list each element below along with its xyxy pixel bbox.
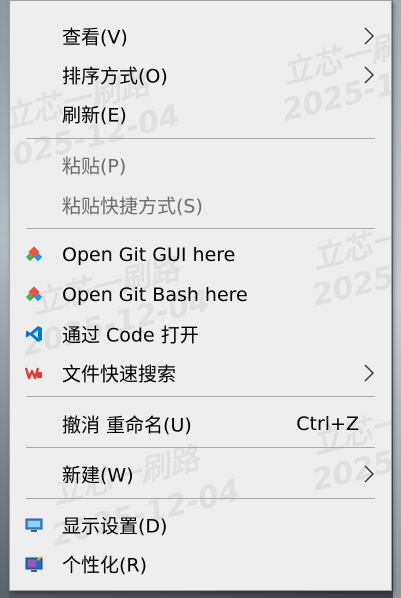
chevron-right-icon bbox=[364, 465, 374, 483]
menu-item-label: 排序方式(O) bbox=[62, 65, 168, 88]
menu-item-personalize[interactable]: 个性化(R) bbox=[10, 546, 391, 582]
menu-separator bbox=[26, 228, 375, 229]
vscode-icon bbox=[26, 326, 42, 342]
menu-item-paste: 粘贴(P) bbox=[10, 147, 391, 183]
menu-item-label: 查看(V) bbox=[62, 26, 128, 49]
chevron-right-icon bbox=[364, 364, 374, 382]
menu-item-label: Open Git Bash here bbox=[62, 284, 248, 306]
menu-item-display-settings[interactable]: 显示设置(D) bbox=[10, 507, 391, 543]
git-icon bbox=[25, 286, 43, 302]
menu-separator bbox=[26, 447, 375, 448]
menu-item-quick-file-search[interactable]: 文件快速搜索 bbox=[10, 355, 391, 391]
menu-separator bbox=[26, 498, 375, 499]
menu-item-git-gui[interactable]: Open Git GUI here bbox=[10, 237, 391, 273]
menu-item-view[interactable]: 查看(V) bbox=[10, 18, 391, 54]
wps-icon bbox=[25, 367, 42, 380]
chevron-right-icon bbox=[364, 66, 374, 84]
menu-item-label: 刷新(E) bbox=[62, 104, 127, 127]
menu-item-label: 文件快速搜索 bbox=[62, 363, 177, 386]
menu-item-label: Open Git GUI here bbox=[62, 244, 236, 266]
menu-item-undo-rename[interactable]: 撤消 重命名(U) Ctrl+Z bbox=[10, 406, 391, 442]
menu-separator bbox=[26, 138, 375, 139]
menu-item-git-bash[interactable]: Open Git Bash here bbox=[10, 277, 391, 313]
menu-item-shortcut: Ctrl+Z bbox=[296, 413, 359, 435]
menu-item-paste-shortcut: 粘贴快捷方式(S) bbox=[10, 187, 391, 223]
desktop-context-menu: 立芯一刷路 2025-12-04 立芯一刷路 2025-12-04 立芯一刷路 … bbox=[9, 0, 392, 591]
git-icon bbox=[25, 246, 43, 262]
chevron-right-icon bbox=[364, 27, 374, 45]
menu-item-open-with-code[interactable]: 通过 Code 打开 bbox=[10, 316, 391, 352]
desktop-wallpaper-left bbox=[0, 0, 9, 598]
menu-item-label: 粘贴(P) bbox=[62, 155, 127, 178]
menu-item-label: 新建(W) bbox=[62, 464, 134, 487]
menu-separator bbox=[26, 396, 375, 397]
menu-item-refresh[interactable]: 刷新(E) bbox=[10, 96, 391, 132]
desktop-wallpaper-right bbox=[393, 0, 401, 598]
menu-item-label: 通过 Code 打开 bbox=[62, 324, 199, 347]
menu-item-label: 个性化(R) bbox=[62, 554, 148, 577]
display-icon bbox=[25, 518, 43, 532]
menu-item-sort-by[interactable]: 排序方式(O) bbox=[10, 57, 391, 93]
menu-item-label: 显示设置(D) bbox=[62, 515, 168, 538]
personalize-icon bbox=[25, 556, 43, 572]
menu-item-label: 粘贴快捷方式(S) bbox=[62, 195, 203, 218]
menu-item-label: 撤消 重命名(U) bbox=[62, 414, 192, 437]
menu-item-new[interactable]: 新建(W) bbox=[10, 456, 391, 492]
